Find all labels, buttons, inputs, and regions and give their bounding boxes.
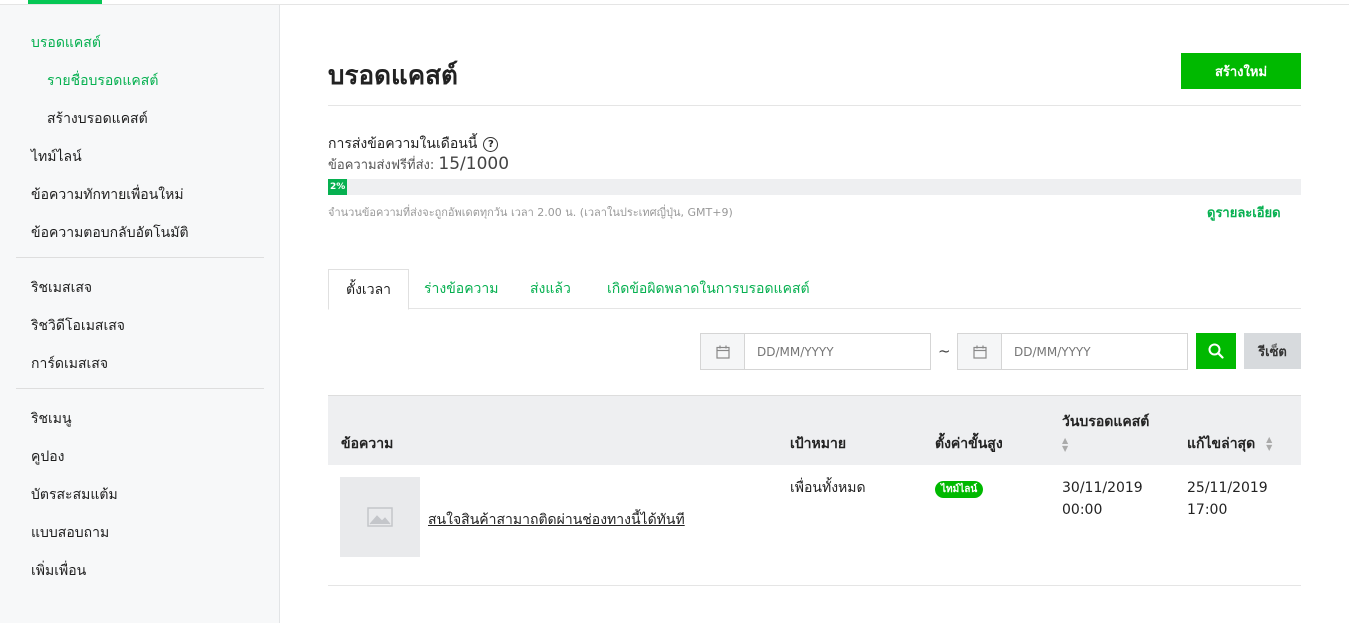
create-new-button[interactable]: สร้างใหม่	[1181, 53, 1301, 89]
sidebar-item-add-friends[interactable]: เพิ่มเพื่อน	[31, 560, 86, 582]
sidebar-item-rich-video-message[interactable]: ริชวิดีโอเมสเสจ	[31, 315, 125, 337]
main-content: บรอดแคสต์ สร้างใหม่ การส่งข้อความในเดือน…	[281, 5, 1349, 623]
tab-errors[interactable]: เกิดข้อผิดพลาดในการบรอดแคสต์	[590, 269, 827, 309]
message-link[interactable]: สนใจสินค้าสามาถติดผ่านช่องทางนี้ได้ทันที	[428, 509, 685, 531]
sidebar-divider	[16, 388, 264, 389]
column-header-target: เป้าหมาย	[790, 436, 847, 452]
column-header-message: ข้อความ	[341, 436, 394, 452]
top-accent-bar	[28, 0, 102, 4]
sidebar-item-greeting-message[interactable]: ข้อความทักทายเพื่อนใหม่	[31, 184, 184, 206]
sidebar-item-broadcast-list[interactable]: รายชื่อบรอดแคสต์	[47, 70, 158, 92]
search-button[interactable]	[1196, 333, 1236, 369]
broadcast-date: 30/11/2019	[1062, 480, 1143, 496]
usage-progress-fill: 2%	[328, 179, 348, 195]
page-title: บรอดแคสต์	[328, 61, 458, 91]
start-date-input[interactable]	[745, 334, 925, 369]
sidebar-item-timeline[interactable]: ไทม์ไลน์	[31, 146, 82, 168]
last-edited-cell: 25/11/2019 17:00	[1187, 477, 1268, 521]
usage-title: การส่งข้อความในเดือนนี้ ?	[328, 133, 499, 155]
sidebar-item-broadcast[interactable]: บรอดแคสต์	[31, 32, 101, 54]
sidebar-item-card-message[interactable]: การ์ดเมสเสจ	[31, 353, 108, 375]
broadcast-tabs: ตั้งเวลา ร่างข้อความ ส่งแล้ว เกิดข้อผิดพ…	[328, 269, 1301, 310]
broadcast-date-cell: 30/11/2019 00:00	[1062, 477, 1143, 521]
target-cell: เพื่อนทั้งหมด	[790, 480, 866, 496]
free-message-value: 15/1000	[438, 154, 510, 174]
free-message-count: ข้อความส่งฟรีที่ส่ง: 15/1000	[328, 154, 509, 175]
sidebar-item-reward-card[interactable]: บัตรสะสมแต้ม	[31, 484, 118, 506]
free-message-label: ข้อความส่งฟรีที่ส่ง:	[328, 158, 435, 173]
column-header-last-edited[interactable]: แก้ไขล่าสุด ▲ ▼	[1187, 433, 1272, 455]
tab-drafts[interactable]: ร่างข้อความ	[407, 269, 516, 309]
calendar-icon[interactable]	[958, 334, 1002, 369]
table-row[interactable]: สนใจสินค้าสามาถติดผ่านช่องทางนี้ได้ทันที…	[328, 465, 1301, 586]
update-note: จำนวนข้อความที่ส่งจะถูกอัพเดตทุกวัน เวลา…	[328, 206, 733, 219]
sort-icon[interactable]: ▲ ▼	[1062, 437, 1149, 453]
view-details-link[interactable]: ดูรายละเอียด	[1207, 202, 1281, 223]
sidebar-item-auto-reply[interactable]: ข้อความตอบกลับอัตโนมัติ	[31, 222, 189, 244]
start-date-field[interactable]	[700, 333, 931, 370]
sidebar-divider	[16, 257, 264, 258]
tab-sent[interactable]: ส่งแล้ว	[513, 269, 588, 309]
sort-icon[interactable]: ▲ ▼	[1266, 436, 1272, 452]
help-icon[interactable]: ?	[483, 136, 499, 152]
search-icon	[1208, 343, 1224, 359]
sidebar-item-rich-message[interactable]: ริชเมสเสจ	[31, 277, 92, 299]
sidebar-item-coupon[interactable]: คูปอง	[31, 446, 65, 468]
edited-date: 25/11/2019	[1187, 480, 1268, 496]
sidebar: บรอดแคสต์ รายชื่อบรอดแคสต์ สร้างบรอดแคสต…	[0, 5, 280, 623]
reset-button[interactable]: รีเซ็ต	[1244, 333, 1301, 369]
message-thumbnail	[340, 477, 420, 557]
table-header: ข้อความ เป้าหมาย ตั้งค่าขั้นสูง วันบรอดแ…	[328, 395, 1301, 465]
broadcast-time: 00:00	[1062, 502, 1103, 518]
edited-time: 17:00	[1187, 502, 1228, 518]
sidebar-item-rich-menu[interactable]: ริชเมนู	[31, 408, 72, 430]
timeline-badge: ไทม์ไลน์	[935, 481, 984, 498]
column-header-last-edited-label: แก้ไขล่าสุด	[1187, 436, 1256, 452]
date-range-separator: ~	[938, 342, 951, 360]
image-placeholder-icon	[367, 507, 393, 527]
usage-progress-bar: 2%	[328, 179, 1301, 195]
sidebar-item-survey[interactable]: แบบสอบถาม	[31, 522, 109, 544]
end-date-field[interactable]	[957, 333, 1188, 370]
end-date-input[interactable]	[1002, 334, 1182, 369]
sidebar-item-create-broadcast[interactable]: สร้างบรอดแคสต์	[47, 108, 148, 130]
title-divider	[328, 105, 1301, 106]
column-header-broadcast-date-label: วันบรอดแคสต์	[1062, 414, 1150, 430]
tab-scheduled[interactable]: ตั้งเวลา	[328, 269, 410, 310]
calendar-icon[interactable]	[701, 334, 745, 369]
usage-title-text: การส่งข้อความในเดือนนี้	[328, 136, 478, 152]
column-header-broadcast-date[interactable]: วันบรอดแคสต์ ▲ ▼	[1062, 411, 1149, 453]
column-header-advanced: ตั้งค่าขั้นสูง	[935, 436, 1003, 452]
